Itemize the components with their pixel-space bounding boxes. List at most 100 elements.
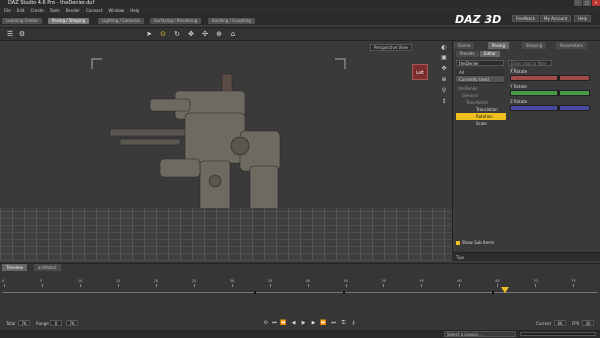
tab-lighting-cameras[interactable]: Lighting / Cameras <box>98 18 144 24</box>
remove-key-icon[interactable]: ⚷ <box>350 320 357 326</box>
dolly-icon[interactable]: ↕ <box>440 98 448 106</box>
tips-tab[interactable]: Tips <box>452 252 600 261</box>
tab-learning-center[interactable]: Learning Center <box>2 18 43 24</box>
subtab-editor[interactable]: Editor <box>480 51 500 57</box>
joint-editor-icon[interactable]: ✣ <box>201 30 209 38</box>
tab-scene[interactable]: Scene <box>454 42 475 49</box>
step-forward-icon[interactable]: ⏩ <box>320 320 327 326</box>
keyframe[interactable] <box>343 291 345 294</box>
y-rotate-slider[interactable] <box>510 90 590 96</box>
window-controls: – □ ✕ <box>573 0 600 7</box>
x-rotate-label: X Rotate <box>510 69 528 74</box>
timeline-scrubber[interactable] <box>500 287 509 293</box>
prev-key-icon[interactable]: ◀ <box>290 320 297 326</box>
help-button[interactable]: Help <box>574 15 592 22</box>
menu-window[interactable]: Window <box>108 8 124 13</box>
menu-tools[interactable]: Tools <box>50 8 60 13</box>
tab-posing-shaping[interactable]: Posing / Shaping <box>48 18 90 24</box>
minimize-icon[interactable]: – <box>574 0 582 6</box>
tree-node-selected[interactable]: Rotation <box>456 113 506 120</box>
tree-node[interactable]: General <box>456 92 506 99</box>
pointer-tool-icon[interactable]: ➤ <box>145 30 153 38</box>
go-start-icon[interactable]: ⏮ <box>271 320 278 326</box>
go-end-icon[interactable]: ⏭ <box>330 320 337 326</box>
keyframe[interactable] <box>492 291 494 294</box>
orbit-icon[interactable]: ⊕ <box>440 76 448 84</box>
tips-label: Tips <box>456 255 465 260</box>
range-start-field[interactable]: 0 <box>50 320 62 326</box>
category-item-currently-used[interactable]: Currently Used <box>456 76 504 83</box>
tab-parameters[interactable]: Parameters <box>556 42 587 49</box>
next-key-icon[interactable]: ▶ <box>310 320 317 326</box>
zoom-icon[interactable]: ⚲ <box>440 87 448 95</box>
show-sub-items-toggle[interactable]: Show Sub Items <box>456 240 494 245</box>
slider-knob[interactable] <box>556 106 560 111</box>
menu-render[interactable]: Render <box>66 8 80 13</box>
tab-timeline[interactable]: Timeline <box>2 264 28 271</box>
ruler-tick <box>383 284 385 287</box>
frame-icon[interactable]: ▣ <box>440 54 448 62</box>
property-search-input[interactable]: Enter text to filter by... <box>508 60 552 71</box>
tool-bar <box>0 27 600 41</box>
range-label: Range <box>36 321 49 326</box>
camera-selector[interactable]: Perspective View <box>370 44 412 51</box>
menu-edit[interactable]: Edit <box>17 8 25 13</box>
x-rotate-slider[interactable] <box>510 75 590 81</box>
pan-icon[interactable]: ✥ <box>440 65 448 73</box>
tab-building-sculpting[interactable]: Building / Sculpting <box>208 18 255 24</box>
play-icon[interactable]: ▶ <box>300 320 307 326</box>
ruler-tick <box>41 284 43 287</box>
tree-node[interactable]: theDenier <box>456 85 506 92</box>
keyframe[interactable] <box>254 291 256 294</box>
settings-icon[interactable]: ⚙ <box>18 30 26 38</box>
tree-node[interactable]: Translation <box>456 106 506 113</box>
tab-animate2[interactable]: aniMate2 <box>34 264 61 271</box>
slider-knob[interactable] <box>556 76 560 81</box>
add-key-icon[interactable]: ⚿ <box>340 320 347 326</box>
tab-shaping[interactable]: Shaping <box>522 42 547 49</box>
total-field[interactable]: 76 <box>18 320 30 326</box>
step-back-icon[interactable]: ⏪ <box>280 320 287 326</box>
close-icon[interactable]: ✕ <box>592 0 600 6</box>
view-cube[interactable]: Left <box>412 64 428 80</box>
fps-field[interactable]: 30 <box>582 320 594 326</box>
frame-guide-tl <box>91 58 102 69</box>
viewport-options-icon[interactable]: ◐ <box>440 44 448 52</box>
tree-node[interactable]: Scale <box>456 120 506 127</box>
menu-file[interactable]: File <box>4 8 11 13</box>
translate-tool-icon[interactable]: ✥ <box>187 30 195 38</box>
ruler-tick-label: 0 <box>2 279 5 283</box>
lesson-select[interactable]: Select a Lesson... <box>444 331 516 337</box>
feedback-button[interactable]: Feedback <box>512 15 540 22</box>
node-selection-icon[interactable]: ⊕ <box>215 30 223 38</box>
maximize-icon[interactable]: □ <box>583 0 591 6</box>
slider-knob[interactable] <box>556 91 560 96</box>
ruler-tick <box>117 284 119 287</box>
menu-connect[interactable]: Connect <box>86 8 103 13</box>
subtab-presets[interactable]: Presets <box>456 51 479 57</box>
current-label: Current <box>536 321 552 326</box>
tab-surfacing-rendering[interactable]: Surfacing / Rendering <box>150 18 202 24</box>
z-rotate-slider[interactable] <box>510 105 590 111</box>
range-end-field[interactable]: 76 <box>66 320 78 326</box>
tree-node[interactable]: Transforms <box>456 99 506 106</box>
universal-tool-icon[interactable]: ⊙ <box>159 30 167 38</box>
my-account-button[interactable]: My Account <box>540 15 572 22</box>
ruler-tick <box>307 284 309 287</box>
category-item-all[interactable]: All <box>456 69 504 76</box>
ruler-tick-label: 5 <box>39 279 43 283</box>
active-pose-icon[interactable]: ⌂ <box>229 30 237 38</box>
pane-toggle-icon[interactable]: ☰ <box>6 30 14 38</box>
rotate-tool-icon[interactable]: ↻ <box>173 30 181 38</box>
tab-posing[interactable]: Posing <box>488 42 509 49</box>
node-select[interactable]: theDenier <box>456 60 504 66</box>
ruler-tick <box>193 284 195 287</box>
ruler-tick-label: 55 <box>419 279 424 283</box>
ruler-tick-label: 25 <box>191 279 197 283</box>
menu-create[interactable]: Create <box>30 8 43 13</box>
current-field[interactable]: 66 <box>554 320 566 326</box>
loop-icon[interactable]: ⟲ <box>262 320 269 326</box>
checkbox-icon[interactable] <box>456 240 460 245</box>
ruler-tick <box>269 284 271 287</box>
menu-help[interactable]: Help <box>130 8 139 13</box>
